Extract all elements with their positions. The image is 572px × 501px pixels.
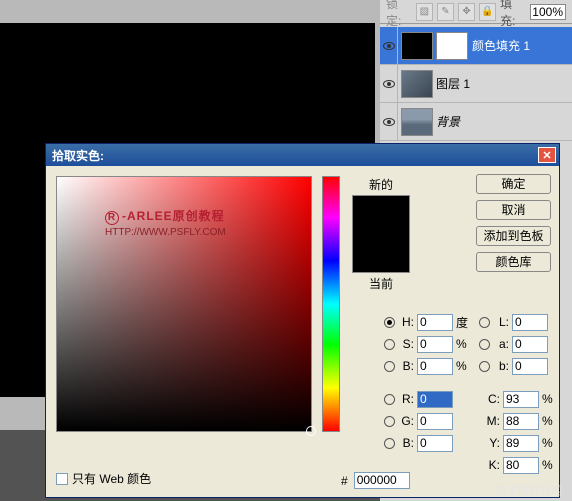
a-input[interactable]: 0 (512, 336, 548, 353)
y-unit: % (542, 436, 556, 450)
s-input[interactable]: 0 (417, 336, 453, 353)
dialog-buttons: 确定 取消 添加到色板 颜色库 (476, 174, 551, 272)
lock-transparent-icon[interactable]: ▧ (416, 3, 433, 21)
h-input[interactable]: 0 (417, 314, 453, 331)
current-label: 当前 (369, 275, 393, 292)
h-label: H: (398, 315, 414, 329)
dialog-title: 拾取实色: (49, 147, 538, 164)
visibility-icon[interactable] (383, 80, 395, 88)
hex-row: # 000000 (341, 472, 410, 489)
layer-thumb[interactable] (401, 70, 433, 98)
s-radio[interactable] (384, 339, 395, 350)
k-input[interactable]: 80 (503, 457, 539, 474)
b2-radio[interactable] (479, 361, 490, 372)
m-input[interactable]: 88 (503, 413, 539, 430)
lock-position-icon[interactable]: ✥ (458, 3, 475, 21)
fill-label: 填充: (500, 0, 526, 29)
web-only-row[interactable]: 只有 Web 颜色 (56, 470, 151, 487)
layer-name[interactable]: 图层 1 (436, 75, 572, 92)
layers-list: 颜色填充 1 图层 1 背景 (380, 24, 572, 144)
rgb-fields: R: 0 G: 0 B: 0 (384, 388, 453, 454)
b2-label: b: (493, 359, 509, 373)
c-input[interactable]: 93 (503, 391, 539, 408)
visibility-icon[interactable] (383, 42, 395, 50)
y-input[interactable]: 89 (503, 435, 539, 452)
s-label: S: (398, 337, 414, 351)
r-radio[interactable] (384, 394, 395, 405)
r-input[interactable]: 0 (417, 391, 453, 408)
bc-radio[interactable] (384, 438, 395, 449)
new-label: 新的 (369, 176, 393, 193)
layer-row[interactable]: 颜色填充 1 (380, 27, 572, 65)
lab-fields: L: 0 a: 0 b: 0 (479, 311, 548, 377)
web-only-label: 只有 Web 颜色 (72, 470, 151, 487)
close-button[interactable]: ✕ (538, 147, 556, 163)
layer-row[interactable]: 背景 (380, 103, 572, 141)
a-label: a: (493, 337, 509, 351)
visibility-icon[interactable] (383, 118, 395, 126)
y-label: Y: (486, 436, 500, 450)
picker-cursor-icon (306, 426, 316, 436)
hex-label: # (341, 474, 348, 488)
titlebar[interactable]: 拾取实色: ✕ (46, 144, 559, 166)
current-color-swatch[interactable] (353, 234, 409, 272)
picker-gradient (57, 177, 311, 431)
layer-thumb[interactable] (401, 108, 433, 136)
layer-mask[interactable] (436, 32, 468, 60)
b-unit: % (456, 359, 470, 373)
cancel-button[interactable]: 取消 (476, 200, 551, 220)
layer-name[interactable]: 颜色填充 1 (472, 37, 572, 54)
l-label: L: (493, 315, 509, 329)
b-input[interactable]: 0 (417, 358, 453, 375)
s-unit: % (456, 337, 470, 351)
color-picker-dialog: 拾取实色: ✕ 新的 当前 确定 取消 添加到色板 颜色库 H: 0 (45, 143, 560, 498)
layer-row[interactable]: 图层 1 (380, 65, 572, 103)
hex-input[interactable]: 000000 (354, 472, 410, 489)
g-label: G: (398, 414, 414, 428)
b2-input[interactable]: 0 (512, 358, 548, 375)
ok-button[interactable]: 确定 (476, 174, 551, 194)
lock-all-icon[interactable]: 🔒 (479, 3, 496, 21)
c-label: C: (486, 392, 500, 406)
bc-input[interactable]: 0 (417, 435, 453, 452)
k-label: K: (486, 458, 500, 472)
watermark-bottom: 查字典教程网 (496, 482, 562, 498)
h-radio[interactable] (384, 317, 395, 328)
lock-label: 锁定: (386, 0, 412, 29)
new-color-swatch (353, 196, 409, 234)
preview-box (352, 195, 410, 273)
layer-thumb[interactable] (401, 32, 433, 60)
hue-slider[interactable] (322, 176, 340, 432)
m-label: M: (486, 414, 500, 428)
add-swatch-button[interactable]: 添加到色板 (476, 226, 551, 246)
g-input[interactable]: 0 (417, 413, 453, 430)
a-radio[interactable] (479, 339, 490, 350)
k-unit: % (542, 458, 556, 472)
saturation-brightness-picker[interactable] (56, 176, 312, 432)
layer-name[interactable]: 背景 (436, 113, 572, 130)
l-input[interactable]: 0 (512, 314, 548, 331)
layers-header: 锁定: ▧ ✎ ✥ 🔒 填充: 100% (380, 0, 572, 24)
h-unit: 度 (456, 314, 470, 331)
b-radio[interactable] (384, 361, 395, 372)
color-library-button[interactable]: 颜色库 (476, 252, 551, 272)
bc-label: B: (398, 436, 414, 450)
lock-pixels-icon[interactable]: ✎ (437, 3, 454, 21)
b-label: B: (398, 359, 414, 373)
cmyk-fields: C: 93 % M: 88 % Y: 89 % K: 80 % (486, 388, 556, 476)
c-unit: % (542, 392, 556, 406)
r-label: R: (398, 392, 414, 406)
l-radio[interactable] (479, 317, 490, 328)
g-radio[interactable] (384, 416, 395, 427)
web-only-checkbox[interactable] (56, 473, 68, 485)
m-unit: % (542, 414, 556, 428)
hsb-fields: H: 0 度 S: 0 % B: 0 % (384, 311, 470, 377)
fill-value[interactable]: 100% (530, 4, 566, 20)
